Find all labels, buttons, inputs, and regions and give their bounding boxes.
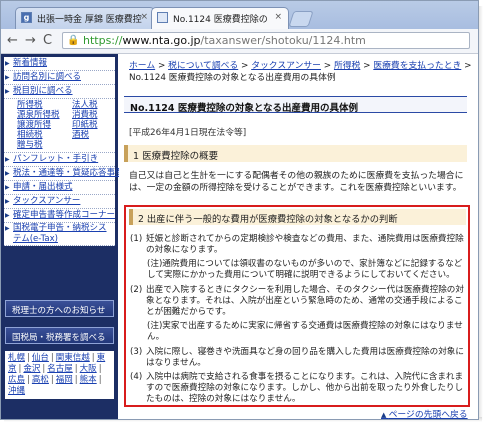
highlight-box: 2 出産に伴う一般的な費用が医療費控除の対象となるかの判断 (1) 妊娠と診断さ… xyxy=(124,205,470,407)
close-tab-icon[interactable]: × xyxy=(140,12,148,22)
tab-active[interactable]: No.1124 医療費控除の × xyxy=(151,7,289,29)
office-link[interactable]: 沖縄 xyxy=(8,386,25,396)
sidebar-item-taxanswer[interactable]: タックスアンサー xyxy=(4,195,115,209)
overview-paragraph: 自己又は自己と生計を一にする配偶者その他の親族のために医療費を支払った場合には、… xyxy=(129,171,464,193)
tax-link[interactable]: 譲渡所得 xyxy=(17,120,72,130)
tax-link[interactable]: 所得税 xyxy=(17,100,72,110)
office-link[interactable]: 高松 xyxy=(32,375,49,385)
office-link[interactable]: 関東信越 xyxy=(56,353,90,363)
office-link[interactable]: 大阪 xyxy=(80,364,97,374)
tab-strip: g 出張一時金 厚錦 医療費控 × No.1124 医療費控除の × xyxy=(1,1,478,29)
tax-link[interactable]: 源泉所得税 xyxy=(17,110,72,120)
office-link[interactable]: 広島 xyxy=(8,375,25,385)
list-item: (1) 妊娠と診断されてからの定期検診や検査などの費用、また、通院費用は医療費控… xyxy=(130,234,464,255)
sidebar-item-return-corner[interactable]: 確定申告書等作成コーナー xyxy=(4,209,115,223)
tax-link[interactable]: 酒税 xyxy=(72,130,122,140)
page-top-link[interactable]: ページの先頭へ戻る xyxy=(381,407,468,419)
favicon-icon: g xyxy=(21,12,32,23)
left-sidebar: 新着情報 訪問名別に調べる 税目別に調べる 所得税 法人税 源泉所得税 消費税 … xyxy=(1,54,124,419)
tax-link[interactable]: 贈与税 xyxy=(17,140,72,150)
lock-icon: 🔒 xyxy=(67,35,80,46)
regional-office-links: 札幌 | 仙台 | 関東信越 | 東京 | 金沢 | 名古屋 | 大阪 |広島 | 高松 | 福岡 | 熊本 |沖縄 xyxy=(5,351,114,399)
section-heading-overview: 1 医療費控除の概要 xyxy=(124,145,467,162)
address-bar[interactable]: 🔒 https://www.nta.go.jp/taxanswer/shotok… xyxy=(62,32,470,49)
favicon-icon xyxy=(157,12,168,23)
office-link[interactable]: 金沢 xyxy=(23,364,40,374)
forward-icon[interactable]: → xyxy=(25,34,36,48)
tax-link[interactable]: 消費税 xyxy=(72,110,122,120)
judgment-list: (1) 妊娠と診断されてからの定期検診や検査などの費用、また、通院費用は医療費控… xyxy=(130,234,466,408)
tab-label: 出張一時金 厚錦 医療費控 xyxy=(37,15,142,25)
browser-window: g 出張一時金 厚錦 医療費控 × No.1124 医療費控除の × ← → C… xyxy=(0,0,479,420)
office-link[interactable]: 熊本 xyxy=(80,375,97,385)
breadcrumb-home[interactable]: ホーム xyxy=(129,61,155,71)
main-content: ホーム > 税について調べる > タックスアンサー > 所得税 > 医療費を支払… xyxy=(119,54,478,419)
sidebar-item-by-tax[interactable]: 税目別に調べる xyxy=(4,85,115,99)
tab-label: No.1124 医療費控除の xyxy=(173,15,268,25)
sidebar-item-by-visitor[interactable]: 訪問名別に調べる xyxy=(4,71,115,85)
list-note: (注)通院費用については領収書のないものが多いので、家計簿などに記録するなどして… xyxy=(147,259,463,280)
office-link[interactable]: 札幌 xyxy=(8,353,25,363)
sidebar-item-laws[interactable]: 税法・通達等・質疑応答事例 xyxy=(4,167,124,181)
page-title: No.1124 医療費控除の対象となる出産費用の具体例 xyxy=(124,96,467,114)
tab-inactive[interactable]: g 出張一時金 厚錦 医療費控 × xyxy=(15,7,155,29)
sidebar-item-etax[interactable]: 国税電子申告・納税システム(e-Tax) xyxy=(4,223,115,246)
browser-toolbar: ← → C 🔒 https://www.nta.go.jp/taxanswer/… xyxy=(1,29,478,54)
tax-category-list: 所得税 法人税 源泉所得税 消費税 譲渡所得 印紙税 相続税 酒税 贈与税 xyxy=(4,99,115,153)
sidebar-item-pamphlets[interactable]: パンフレット・手引き xyxy=(4,153,115,167)
list-note: (注)実家で出産するために実家に帰省する交通費は医療費控除の対象にはなりません。 xyxy=(147,321,463,342)
breadcrumb-income-tax[interactable]: 所得税 xyxy=(334,61,360,71)
breadcrumb-current: No.1124 医療費控除の対象となる出産費用の具体例 xyxy=(129,73,336,83)
date-note: [平成26年4月1日現在法令等] xyxy=(129,128,247,138)
close-tab-icon[interactable]: × xyxy=(274,12,282,22)
sidebar-menu: 新着情報 訪問名別に調べる 税目別に調べる 所得税 法人税 源泉所得税 消費税 … xyxy=(4,57,124,246)
office-link[interactable]: 福岡 xyxy=(56,375,73,385)
tax-link[interactable]: 法人税 xyxy=(72,100,122,110)
office-link[interactable]: 名古屋 xyxy=(47,364,73,374)
list-item: (2) 出産で入院するときにタクシーを利用した場合、そのタクシー代は医療費控除の… xyxy=(130,285,464,317)
sidebar-item-forms[interactable]: 申請・届出様式 xyxy=(4,181,115,195)
new-tab-button[interactable] xyxy=(288,11,314,27)
sidebar-item-whats-new[interactable]: 新着情報 xyxy=(4,57,115,71)
office-link[interactable]: 仙台 xyxy=(32,353,49,363)
back-icon[interactable]: ← xyxy=(7,34,18,48)
url-text: https://www.nta.go.jp/taxanswer/shotoku/… xyxy=(83,34,366,47)
tax-link[interactable]: 印紙税 xyxy=(72,120,122,130)
reload-icon[interactable]: C xyxy=(43,34,52,48)
breadcrumb: ホーム > 税について調べる > タックスアンサー > 所得税 > 医療費を支払… xyxy=(129,61,472,83)
tax-offices-button[interactable]: 国税局・税務署を調べる xyxy=(5,327,114,344)
tax-accountant-notice-button[interactable]: 税理士の方へのお知らせ xyxy=(5,300,114,317)
breadcrumb-taxanswer[interactable]: タックスアンサー xyxy=(251,61,321,71)
list-item: (3) 入院に際し、寝巻きや洗面具など身の回り品を購入した費用は医療費控除の対象… xyxy=(130,347,464,368)
tax-link[interactable]: 相続税 xyxy=(17,130,72,140)
list-item: (4) 入院中は病院で支給される食事を摂ることになります。これは、入院代に含まれ… xyxy=(130,372,464,404)
breadcrumb-medical[interactable]: 医療費を支払ったとき xyxy=(373,61,461,71)
section-heading-judgment: 2 出産に伴う一般的な費用が医療費控除の対象となるかの判断 xyxy=(129,209,466,225)
breadcrumb-tax-lookup[interactable]: 税について調べる xyxy=(168,61,238,71)
